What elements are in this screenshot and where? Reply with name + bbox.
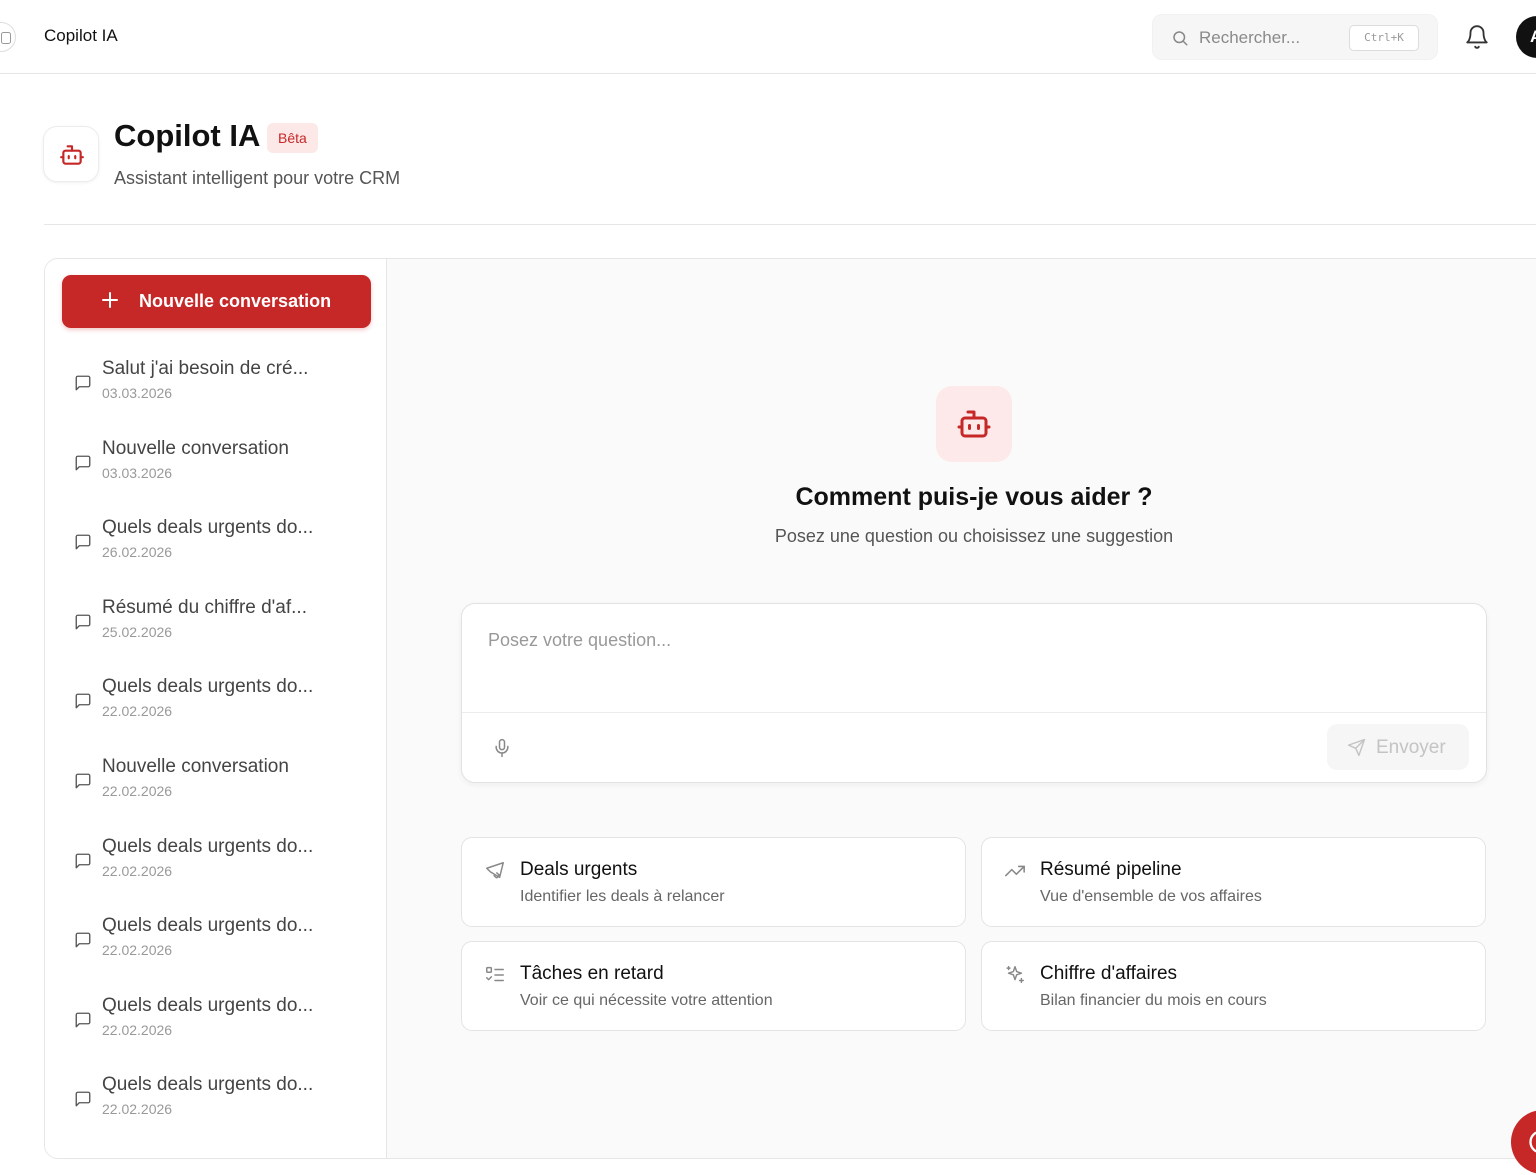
conversation-date: 22.02.2026 <box>102 942 173 958</box>
bell-icon[interactable] <box>1464 24 1490 50</box>
welcome-title: Comment puis-je vous aider ? <box>795 483 1153 511</box>
page-title: Copilot IA <box>114 118 261 153</box>
message-icon <box>75 375 91 391</box>
suggestion-card-deals-urgents[interactable]: Deals urgents Identifier les deals à rel… <box>461 837 966 927</box>
conversation-date: 22.02.2026 <box>102 783 173 799</box>
sparkles-icon <box>1006 966 1024 984</box>
conversation-item[interactable]: Quels deals urgents do... 22.02.2026 <box>62 984 362 1054</box>
suggestion-description: Identifier les deals à relancer <box>520 888 725 905</box>
new-conversation-label: Nouvelle conversation <box>139 291 332 311</box>
conversation-title: Quels deals urgents do... <box>102 517 314 538</box>
task-list-icon <box>486 966 504 982</box>
suggestion-description: Voir ce qui nécessite votre attention <box>520 992 773 1009</box>
conversation-title: Salut j'ai besoin de cré... <box>102 358 309 379</box>
message-composer: Envoyer <box>461 603 1487 783</box>
search-box[interactable]: Ctrl+K <box>1152 14 1438 60</box>
suggestion-description: Bilan financier du mois en cours <box>1040 992 1267 1009</box>
panel-icon <box>1 32 11 44</box>
conversation-item[interactable]: Résumé du chiffre d'af... 25.02.2026 <box>62 586 362 656</box>
conversation-title: Nouvelle conversation <box>102 438 289 459</box>
page-subtitle: Assistant intelligent pour votre CRM <box>114 168 401 188</box>
suggestion-title: Tâches en retard <box>520 963 664 984</box>
new-conversation-button[interactable]: Nouvelle conversation <box>62 275 371 328</box>
suggestion-card-taches-en-retard[interactable]: Tâches en retard Voir ce qui nécessite v… <box>461 941 966 1031</box>
suggestion-card-resume-pipeline[interactable]: Résumé pipeline Vue d'ensemble de vos af… <box>981 837 1486 927</box>
search-icon <box>1173 31 1188 46</box>
message-icon <box>75 1012 91 1028</box>
question-input[interactable] <box>488 630 1448 690</box>
chat-bot-icon-tile <box>936 386 1012 462</box>
conversation-item[interactable]: Quels deals urgents do... 22.02.2026 <box>62 825 362 895</box>
message-icon <box>75 773 91 789</box>
conversation-title: Quels deals urgents do... <box>102 1074 314 1095</box>
conversation-item[interactable]: Quels deals urgents do... 22.02.2026 <box>62 904 362 974</box>
conversation-date: 22.02.2026 <box>102 1022 173 1038</box>
conversation-date: 03.03.2026 <box>102 465 173 481</box>
header-bot-icon-tile <box>43 126 99 182</box>
suggestion-description: Vue d'ensemble de vos affaires <box>1040 888 1262 905</box>
header-divider <box>44 224 1536 225</box>
message-icon <box>75 455 91 471</box>
search-input[interactable] <box>1199 25 1349 51</box>
message-icon <box>75 614 91 630</box>
bot-icon <box>60 145 84 165</box>
suggestion-title: Deals urgents <box>520 859 638 880</box>
shortcut-hint: Ctrl+K <box>1349 25 1419 51</box>
copilot-panel: Nouvelle conversation Salut j'ai besoin … <box>44 258 1536 1159</box>
conversation-item[interactable]: Quels deals urgents do... 26.02.2026 <box>62 506 362 576</box>
conversation-item[interactable]: Nouvelle conversation 03.03.2026 <box>62 427 362 497</box>
sidebar-toggle-button[interactable] <box>0 22 16 52</box>
suggestion-title: Chiffre d'affaires <box>1040 963 1178 984</box>
help-icon <box>1529 1131 1536 1153</box>
conversation-date: 26.02.2026 <box>102 544 173 560</box>
plus-icon <box>102 292 118 308</box>
conversation-date: 22.02.2026 <box>102 1101 173 1117</box>
app-title: Copilot IA <box>44 26 118 45</box>
conversation-title: Quels deals urgents do... <box>102 915 314 936</box>
conversation-item[interactable]: Quels deals urgents do... 22.02.2026 <box>62 665 362 735</box>
composer-divider <box>462 712 1486 713</box>
handshake-icon <box>486 862 504 879</box>
bot-icon <box>957 410 991 438</box>
conversation-date: 22.02.2026 <box>102 703 173 719</box>
message-icon <box>75 693 91 709</box>
conversation-title: Nouvelle conversation <box>102 756 289 777</box>
avatar[interactable]: A <box>1516 16 1536 58</box>
chat-area: Comment puis-je vous aider ? Posez une q… <box>387 259 1536 1158</box>
conversation-item[interactable]: Quels deals urgents do... 22.02.2026 <box>62 1063 362 1133</box>
welcome-subtitle: Posez une question ou choisissez une sug… <box>774 526 1174 546</box>
conversation-date: 22.02.2026 <box>102 863 173 879</box>
top-bar: Copilot IA Ctrl+K A <box>0 0 1536 74</box>
suggestion-card-chiffre-affaires[interactable]: Chiffre d'affaires Bilan financier du mo… <box>981 941 1486 1031</box>
beta-badge: Bêta <box>267 123 318 153</box>
conversation-title: Quels deals urgents do... <box>102 676 314 697</box>
trending-up-icon <box>1005 865 1025 877</box>
conversation-item[interactable]: Nouvelle conversation 22.02.2026 <box>62 745 362 815</box>
microphone-icon[interactable] <box>492 737 512 759</box>
message-icon <box>75 1091 91 1107</box>
conversation-item[interactable]: Salut j'ai besoin de cré... 03.03.2026 <box>62 347 362 417</box>
conversation-title: Quels deals urgents do... <box>102 836 314 857</box>
message-icon <box>75 932 91 948</box>
conversation-title: Résumé du chiffre d'af... <box>102 597 307 618</box>
send-label: Envoyer <box>1376 737 1446 758</box>
suggestion-title: Résumé pipeline <box>1040 859 1182 880</box>
message-icon <box>75 534 91 550</box>
conversation-title: Quels deals urgents do... <box>102 995 314 1016</box>
conversation-sidebar: Nouvelle conversation Salut j'ai besoin … <box>45 259 387 1158</box>
send-icon <box>1347 738 1366 757</box>
send-button[interactable]: Envoyer <box>1327 724 1469 770</box>
conversation-date: 03.03.2026 <box>102 385 173 401</box>
conversation-date: 25.02.2026 <box>102 624 173 640</box>
message-icon <box>75 853 91 869</box>
